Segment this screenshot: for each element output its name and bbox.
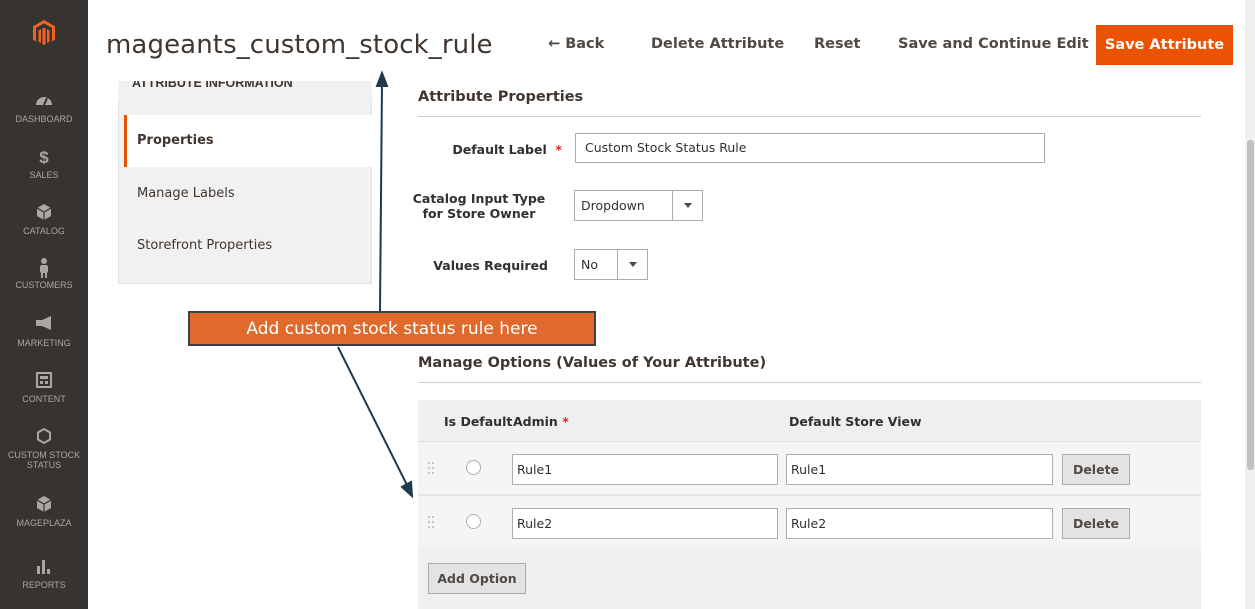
annotation-arrows bbox=[337, 70, 414, 499]
scrollbar-thumb[interactable] bbox=[1247, 140, 1254, 470]
annotation-callout: Add custom stock status rule here bbox=[188, 311, 596, 346]
page-root: DASHBOARD $ SALES CATALOG CUSTOMERS MARK… bbox=[0, 0, 1255, 609]
